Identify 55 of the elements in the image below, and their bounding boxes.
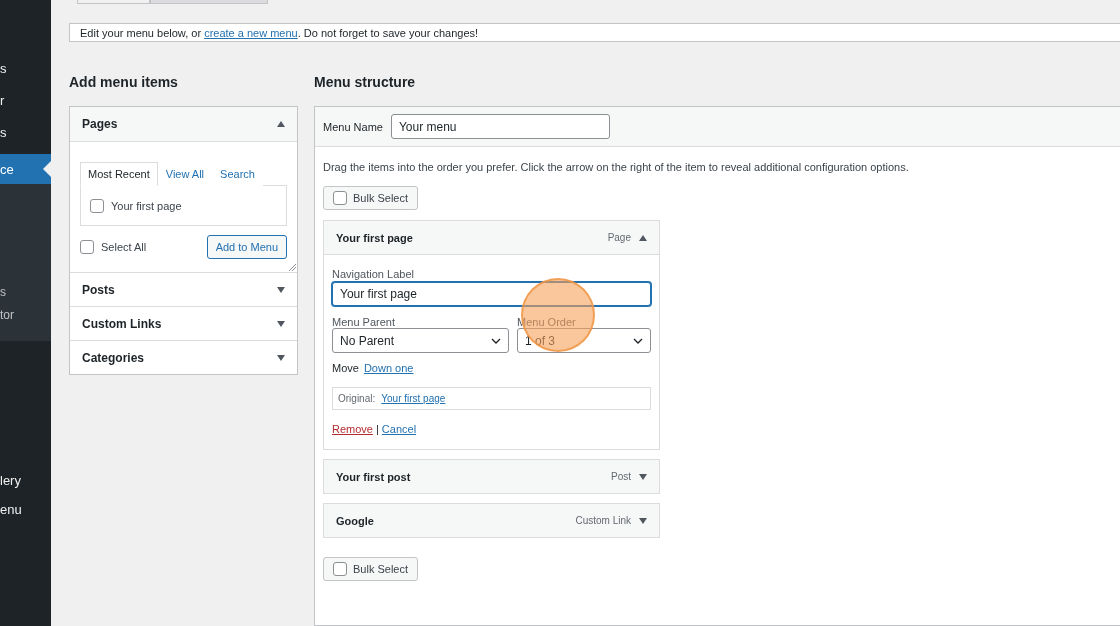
bulk-select-button[interactable]: Bulk Select: [323, 186, 419, 210]
separator: |: [375, 423, 379, 435]
item-type: Page: [607, 232, 631, 243]
add-to-menu-button[interactable]: Add to Menu: [206, 235, 287, 259]
expand-arrow-icon[interactable]: [277, 354, 285, 361]
original-label: Original:: [338, 393, 376, 404]
bulk-select-button[interactable]: Bulk Select: [323, 557, 419, 581]
checkbox-label: Your first page: [111, 199, 182, 212]
create-menu-link[interactable]: create a new menu: [204, 26, 298, 39]
down-one-link[interactable]: Down one: [363, 362, 414, 374]
expand-arrow-icon[interactable]: [639, 517, 647, 524]
checkbox-label: Select All: [101, 241, 147, 253]
resize-grip-icon[interactable]: [289, 264, 296, 271]
menu-item-title: Google: [336, 514, 374, 527]
panel-tab[interactable]: Most Recent: [80, 162, 158, 186]
expand-arrow-icon[interactable]: [277, 286, 285, 293]
menu-parent-select[interactable]: No Parent: [332, 328, 509, 353]
sidebar-item[interactable]: ce: [0, 154, 51, 184]
original-link[interactable]: Your first page: [381, 393, 446, 404]
sidebar-item[interactable]: enu: [0, 495, 51, 524]
sidebar-item[interactable]: r: [0, 84, 51, 116]
menu-name-field[interactable]: Your menu: [390, 114, 610, 139]
field-label: Navigation Label: [332, 268, 415, 280]
menu-item-title: Your first post: [336, 470, 411, 483]
select-all-checkbox[interactable]: [80, 240, 94, 254]
accordion-title: Custom Links: [82, 316, 162, 331]
accordion-title: Pages: [82, 117, 118, 131]
sidebar-item[interactable]: tor: [0, 303, 51, 326]
accordion-title: Posts: [82, 282, 115, 297]
collapse-arrow-icon[interactable]: [639, 234, 647, 241]
checkbox[interactable]: [90, 198, 104, 213]
field-label: Menu Parent: [332, 316, 396, 328]
sidebar-item[interactable]: s: [0, 116, 51, 148]
expand-arrow-icon[interactable]: [277, 320, 285, 327]
instructions-text: Drag the items into the order you prefer. Click the arrow on the right of the item to reveal additional configuration options.: [323, 161, 910, 173]
sidebar-item[interactable]: lery: [0, 466, 51, 495]
navigation-label-field[interactable]: Your first page: [332, 282, 651, 306]
accordion-title: Categories: [82, 350, 145, 365]
item-type: Custom Link: [575, 515, 631, 526]
menu-item-title: Your first page: [336, 231, 413, 244]
sidebar-item[interactable]: s: [0, 280, 51, 303]
section-heading: Add menu items: [69, 74, 179, 92]
section-heading: Menu structure: [314, 74, 417, 92]
chevron-down-icon: [491, 337, 501, 344]
notice-text: Edit your menu below, or create a new menu. Do not forget to save your changes!: [80, 26, 479, 39]
item-type: Post: [611, 471, 631, 482]
remove-link[interactable]: Remove: [332, 423, 373, 435]
field-label: Menu Name: [323, 120, 383, 133]
sidebar-item[interactable]: s: [0, 52, 51, 84]
cancel-link[interactable]: Cancel: [381, 423, 417, 435]
collapse-arrow-icon[interactable]: [277, 121, 285, 127]
chevron-down-icon: [633, 337, 643, 344]
accordion-header[interactable]: Pages: [70, 107, 297, 141]
move-label: Move: [332, 362, 359, 374]
expand-arrow-icon[interactable]: [639, 473, 647, 480]
